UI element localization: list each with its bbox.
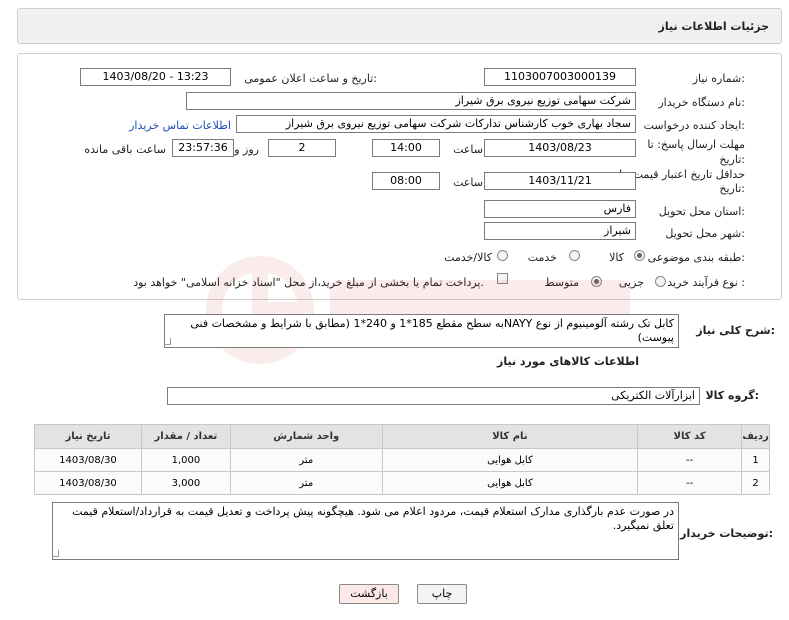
need-number-label: شماره نیاز: (692, 72, 745, 85)
remaining-days-field: 2 (268, 139, 336, 157)
announce-date-field: 1403/08/20 - 13:23 (80, 68, 231, 86)
page-header: جزئیات اطلاعات نیاز (17, 8, 782, 44)
table-row: 1 -- کابل هوایی متر 1,000 1403/08/30 (34, 448, 770, 472)
process-medium-radio[interactable] (591, 276, 602, 287)
category-goods-service-label: کالا/خدمت (444, 251, 492, 264)
deadline-label: مهلت ارسال پاسخ: تا (647, 138, 745, 151)
category-service-radio[interactable] (569, 250, 580, 261)
city-label: شهر محل تحویل: (665, 227, 745, 240)
print-button[interactable]: چاپ (417, 584, 467, 604)
cell-name: کابل هوایی (381, 448, 639, 472)
province-field: فارس (484, 200, 636, 218)
col-name: نام کالا (381, 424, 639, 449)
category-goods-radio[interactable] (634, 250, 645, 261)
goods-group-label: گروه کالا: (705, 389, 759, 402)
col-date: تاریخ نیاز (34, 424, 142, 449)
validity-time-field: 08:00 (372, 172, 440, 190)
process-minor-radio[interactable] (655, 276, 666, 287)
validity-label: حداقل تاریخ اعتبار قیمت: تا (619, 168, 745, 181)
cell-unit: متر (229, 471, 383, 495)
cell-date: 1403/08/30 (34, 448, 142, 472)
cell-date: 1403/08/30 (34, 471, 142, 495)
process-label: نوع فرآیند خرید : (667, 276, 745, 289)
treasury-payment-label: پرداخت تمام یا بخشی از مبلغ خرید،از محل … (133, 276, 484, 289)
cell-row: 2 (741, 471, 770, 495)
goods-group-field: ابزارآلات الکتریکی (167, 387, 700, 405)
process-medium-label: متوسط (544, 276, 579, 289)
validity-date-field: 1403/11/21 (484, 172, 636, 190)
buyer-org-label: نام دستگاه خریدار: (658, 96, 745, 109)
goods-table-header: ردیف کد کالا نام کالا واحد شمارش تعداد /… (34, 424, 770, 449)
validity-date-label: تاریخ: (719, 182, 745, 195)
cell-name: کابل هوایی (381, 471, 639, 495)
col-unit: واحد شمارش (229, 424, 383, 449)
back-button[interactable]: بازگشت (339, 584, 399, 604)
category-label: طبقه بندی موضوعی: (647, 251, 745, 264)
page-title: جزئیات اطلاعات نیاز (658, 20, 770, 33)
validity-time-label: ساعت (453, 176, 483, 189)
buyer-notes-label: توضیحات خریدار: (680, 527, 773, 540)
need-number-field: 1103007003000139 (484, 68, 636, 86)
deadline-time-label: ساعت (453, 143, 483, 156)
category-goods-label: کالا (609, 251, 624, 264)
category-goods-service-radio[interactable] (497, 250, 508, 261)
deadline-time-field: 14:00 (372, 139, 440, 157)
deadline-date-label: تاریخ: (719, 153, 745, 166)
goods-table: ردیف کد کالا نام کالا واحد شمارش تعداد /… (34, 424, 770, 495)
col-code: کد کالا (637, 424, 743, 449)
remaining-label: ساعت باقی مانده (84, 143, 166, 156)
cell-unit: متر (229, 448, 383, 472)
buyer-notes-textarea: در صورت عدم بارگذاری مدارک استعلام قیمت،… (52, 502, 679, 560)
col-qty: تعداد / مقدار (140, 424, 231, 449)
cell-row: 1 (741, 448, 770, 472)
col-row: ردیف (741, 424, 770, 449)
announce-date-label: تاریخ و ساعت اعلان عمومی: (244, 72, 377, 85)
creator-label: ایجاد کننده درخواست: (643, 119, 745, 132)
city-field: شیراز (484, 222, 636, 240)
days-label: روز و (234, 143, 259, 156)
process-minor-label: جزیی (618, 276, 644, 289)
cell-code: -- (637, 471, 743, 495)
goods-section-title: اطلاعات کالاهای مورد نیاز (497, 355, 639, 368)
province-label: استان محل تحویل: (658, 205, 745, 218)
table-row: 2 -- کابل هوایی متر 3,000 1403/08/30 (34, 471, 770, 495)
buyer-org-field: شرکت سهامی توزیع نیروی برق شیراز (186, 92, 636, 110)
buyer-contact-link[interactable]: اطلاعات تماس خریدار (129, 119, 231, 132)
buyer-notes-resize-handle[interactable] (52, 550, 59, 557)
description-resize-handle[interactable] (164, 338, 171, 345)
cell-qty: 1,000 (140, 448, 231, 472)
category-service-label: خدمت (527, 251, 557, 264)
cell-code: -- (637, 448, 743, 472)
description-label: شرح کلی نیاز: (696, 324, 775, 337)
treasury-payment-checkbox[interactable] (497, 273, 508, 284)
creator-field: سجاد بهاری خوب کارشناس تدارکات شرکت سهام… (236, 115, 636, 133)
deadline-date-field: 1403/08/23 (484, 139, 636, 157)
remaining-time-field: 23:57:36 (172, 139, 234, 157)
cell-qty: 3,000 (140, 471, 231, 495)
description-textarea: کابل تک رشته آلومینیوم از نوع NAYYبه سطح… (164, 314, 679, 348)
